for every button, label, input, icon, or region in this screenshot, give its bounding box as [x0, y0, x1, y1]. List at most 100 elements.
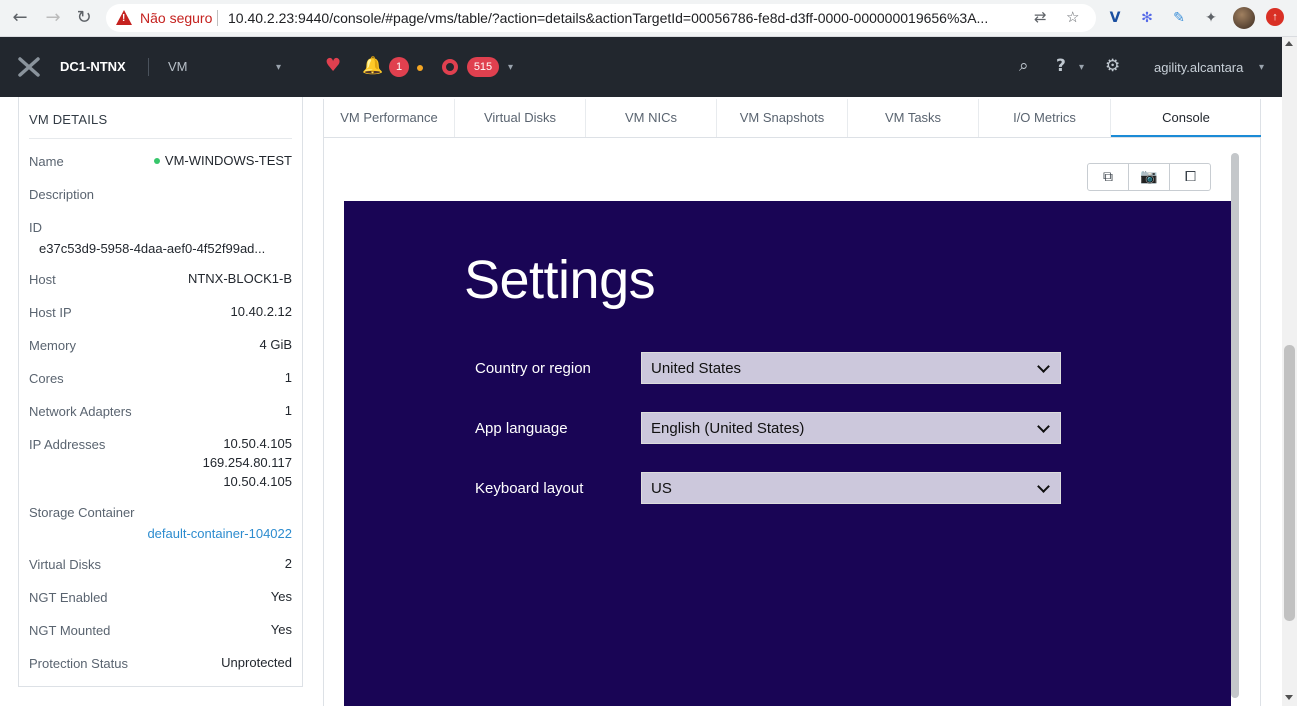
detail-value-ip-3: 10.50.4.105 [223, 474, 292, 489]
detail-label-cores: Cores [29, 371, 64, 386]
tab-io-metrics[interactable]: I/O Metrics [979, 99, 1111, 137]
nutanix-logo-icon[interactable] [18, 57, 40, 77]
page-scrollbar[interactable] [1282, 37, 1297, 706]
keyboard-layout-label: Keyboard layout [475, 480, 584, 497]
health-heart-icon[interactable]: ♥ [325, 57, 345, 75]
detail-label-storage-container: Storage Container [29, 505, 135, 520]
user-chevron-icon[interactable]: ▾ [1259, 62, 1264, 73]
translate-icon[interactable]: ⇄ [1034, 8, 1047, 26]
country-select[interactable]: United States [641, 352, 1061, 384]
console-scrollbar[interactable] [1231, 153, 1239, 698]
detail-label-virtual-disks: Virtual Disks [29, 557, 102, 572]
extensions-puzzle-icon[interactable]: ✦ [1201, 8, 1221, 28]
detail-label-protection-status: Protection Status [29, 656, 128, 671]
detail-label-ip-addresses: IP Addresses [29, 437, 106, 452]
profile-avatar[interactable] [1233, 7, 1255, 29]
detail-label-ngt-enabled: NGT Enabled [29, 590, 108, 605]
detail-value-host: NTNX-BLOCK1-B [187, 271, 292, 286]
panel-divider [29, 138, 292, 139]
tasks-ring-icon[interactable] [442, 59, 458, 75]
help-chevron-icon[interactable]: ▾ [1079, 62, 1084, 73]
app-language-value: English (United States) [651, 420, 805, 437]
tab-virtual-disks[interactable]: Virtual Disks [455, 99, 586, 137]
scrollbar-thumb[interactable] [1284, 345, 1295, 621]
tab-vm-performance[interactable]: VM Performance [324, 99, 455, 137]
detail-value-name: VM-WINDOWS-TEST [153, 153, 292, 168]
url-text[interactable]: 10.40.2.23:9440/console/#page/vms/table/… [228, 10, 1018, 26]
cluster-name[interactable]: DC1-NTNX [60, 59, 126, 74]
tab-vm-nics[interactable]: VM NICs [586, 99, 717, 137]
back-icon[interactable]: ← [7, 6, 33, 30]
header-separator [148, 58, 149, 76]
detail-value-memory: 4 GiB [259, 337, 292, 352]
detail-value-virtual-disks: 2 [284, 556, 292, 571]
extension-pen-icon[interactable]: ✎ [1169, 8, 1189, 28]
tab-console[interactable]: Console [1111, 99, 1261, 137]
update-icon[interactable]: ↑ [1266, 8, 1284, 26]
detail-value-id: e37c53d9-5958-4daa-aef0-4f52f99ad... [39, 241, 266, 256]
app-header: DC1-NTNX VM ▾ ♥ 🔔 1 515 ▾ ⌕ ? ▾ ⚙ agilit… [0, 37, 1282, 97]
chevron-down-icon [1037, 480, 1050, 493]
entity-dropdown[interactable]: VM [168, 59, 188, 74]
popout-window-icon[interactable]: ⧠ [1170, 164, 1211, 190]
scroll-down-icon[interactable] [1285, 695, 1293, 700]
keyboard-layout-value: US [651, 480, 672, 497]
vm-tabs: VM Performance Virtual Disks VM NICs VM … [323, 99, 1261, 138]
tasks-chevron-icon[interactable]: ▾ [508, 62, 513, 73]
address-bar[interactable]: Não seguro 10.40.2.23:9440/console/#page… [106, 4, 1096, 32]
alerts-count-badge[interactable]: 1 [389, 57, 409, 77]
detail-label-description: Description [29, 187, 95, 202]
chevron-down-icon [1037, 420, 1050, 433]
chevron-down-icon[interactable]: ▾ [276, 62, 281, 73]
detail-label-id: ID [29, 220, 42, 235]
screen-title: Settings [464, 250, 656, 310]
detail-value-ip-1: 10.50.4.105 [223, 436, 292, 451]
console-toolbar: ⧉ 📷 ⧠ [1087, 163, 1211, 191]
detail-label-host: Host [29, 272, 56, 287]
status-dot [153, 157, 160, 164]
screenshot-camera-icon[interactable]: 📷 [1129, 164, 1170, 190]
forward-icon[interactable]: → [40, 6, 66, 30]
extension-gear-icon[interactable]: ✻ [1137, 8, 1157, 28]
app-language-label: App language [475, 420, 568, 437]
username[interactable]: agility.alcantara [1154, 60, 1243, 75]
detail-label-memory: Memory [29, 338, 76, 353]
keyboard-layout-select[interactable]: US [641, 472, 1061, 504]
vm-name-text: VM-WINDOWS-TEST [164, 153, 292, 168]
detail-label-name: Name [29, 154, 64, 169]
country-value: United States [651, 360, 742, 377]
storage-container-link[interactable]: default-container-104022 [147, 526, 292, 541]
detail-value-network-adapters: 1 [284, 403, 292, 418]
detail-value-ngt-enabled: Yes [270, 589, 292, 604]
detail-label-network-adapters: Network Adapters [29, 404, 132, 419]
help-icon[interactable]: ? [1056, 56, 1066, 76]
address-separator [217, 10, 218, 26]
panel-title: VM DETAILS [29, 112, 108, 127]
browser-toolbar: ← → ↻ Não seguro 10.40.2.23:9440/console… [0, 0, 1297, 37]
vm-console-screen[interactable]: Settings Country or region United States… [344, 201, 1231, 706]
tab-vm-snapshots[interactable]: VM Snapshots [717, 99, 848, 137]
settings-gear-icon[interactable]: ⚙ [1105, 56, 1120, 76]
send-keys-icon[interactable]: ⧉ [1088, 164, 1129, 190]
alert-bell-icon[interactable]: 🔔 [362, 56, 383, 76]
country-label: Country or region [475, 360, 591, 377]
reload-icon[interactable]: ↻ [71, 6, 97, 30]
tab-vm-tasks[interactable]: VM Tasks [848, 99, 979, 137]
scroll-up-icon[interactable] [1285, 41, 1293, 46]
warning-dot [417, 65, 423, 71]
detail-label-ngt-mounted: NGT Mounted [29, 623, 111, 638]
detail-value-protection-status: Unprotected [221, 655, 292, 670]
search-icon[interactable]: ⌕ [1019, 56, 1029, 76]
tasks-count-badge[interactable]: 515 [467, 57, 499, 77]
detail-value-cores: 1 [284, 370, 292, 385]
chevron-down-icon [1037, 360, 1050, 373]
extension-v-icon[interactable]: V [1105, 8, 1125, 28]
insecure-label[interactable]: Não seguro [140, 10, 212, 26]
detail-value-ngt-mounted: Yes [270, 622, 292, 637]
detail-label-host-ip: Host IP [29, 305, 72, 320]
app-language-select[interactable]: English (United States) [641, 412, 1061, 444]
vm-details-panel: VM DETAILS Name VM-WINDOWS-TEST Descript… [18, 97, 303, 687]
detail-value-host-ip: 10.40.2.12 [230, 304, 292, 319]
bookmark-star-icon[interactable]: ☆ [1066, 8, 1079, 26]
warning-icon[interactable] [116, 10, 132, 25]
